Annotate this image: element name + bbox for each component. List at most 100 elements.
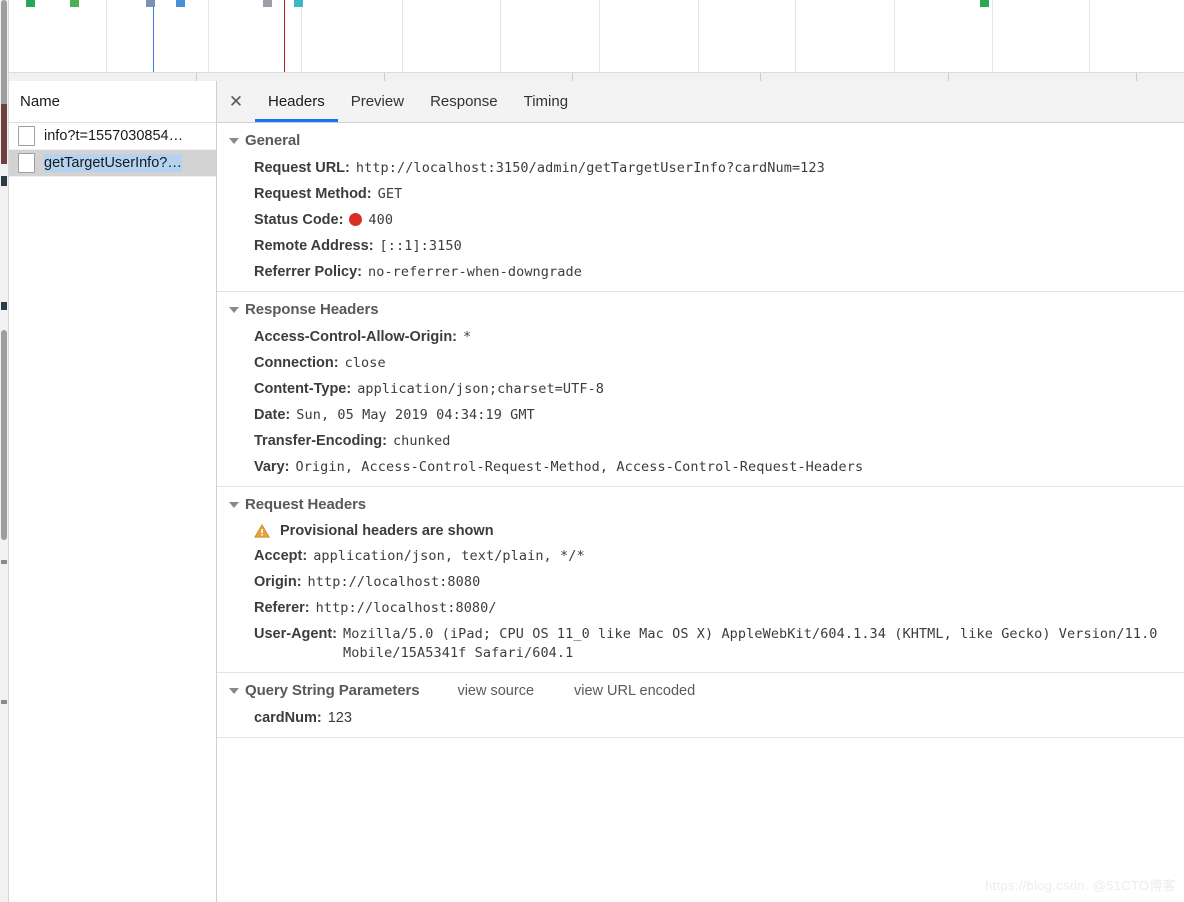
table-row[interactable]: info?t=1557030854… <box>8 123 216 150</box>
table-row[interactable]: getTargetUserInfo?… <box>8 150 216 177</box>
timeline-gridline <box>894 0 895 80</box>
overview-scroll-segment[interactable] <box>948 73 1137 81</box>
timeline-request-bar <box>294 0 303 7</box>
watermark-text: https://blog.csdn. @51CTO博客 <box>985 878 1176 893</box>
timeline-gridline <box>500 0 501 80</box>
header-value: chunked <box>392 432 451 449</box>
header-key: Remote Address: <box>254 237 374 254</box>
header-row: Status Code: 400 <box>217 207 1184 233</box>
header-value: 400 <box>368 211 394 228</box>
headers-section: Request Headers Provisional headers are s… <box>217 487 1184 673</box>
tab-response[interactable]: Response <box>417 81 511 122</box>
network-overview-timeline[interactable] <box>8 0 1184 81</box>
details-tabs: Headers Preview Response Timing <box>255 81 581 122</box>
link-view-source[interactable]: view source <box>457 683 534 699</box>
header-value: 123 <box>327 709 352 726</box>
header-value: Origin, Access-Control-Request-Method, A… <box>295 458 864 475</box>
header-value: [::1]:3150 <box>379 237 462 254</box>
header-row: Referrer Policy: no-referrer-when-downgra… <box>217 259 1184 285</box>
timeline-request-bar <box>263 0 272 7</box>
timeline-gridline <box>698 0 699 80</box>
header-key: Transfer-Encoding: <box>254 432 387 449</box>
header-row: Transfer-Encoding: chunked <box>217 428 1184 454</box>
header-value: Sun, 05 May 2019 04:34:19 GMT <box>296 406 535 423</box>
header-key: Accept: <box>254 547 308 564</box>
devtools-network-panel: Name info?t=1557030854… getTargetUserInfo… <box>0 0 1184 902</box>
header-value: http://localhost:3150/admin/getTargetUse… <box>355 159 825 176</box>
header-row: Accept: application/json, text/plain, */* <box>217 543 1184 569</box>
header-value: http://localhost:8080/ <box>315 599 497 616</box>
header-row: Origin: http://localhost:8080 <box>217 569 1184 595</box>
header-row: Request Method: GET <box>217 181 1184 207</box>
timeline-gridline <box>208 0 209 80</box>
tab-timing[interactable]: Timing <box>511 81 581 122</box>
overview-scroll-segment[interactable] <box>760 73 949 81</box>
header-key: Request URL: <box>254 159 350 176</box>
overview-scroll-segment[interactable] <box>8 73 197 81</box>
section-title-label: Query String Parameters <box>245 682 420 699</box>
caret-down-icon[interactable] <box>229 687 239 694</box>
caret-down-icon[interactable] <box>229 501 239 508</box>
timeline-event-line <box>153 0 154 78</box>
overview-scroll-segment[interactable] <box>384 73 573 81</box>
section-header[interactable]: Response Headers <box>217 292 1184 324</box>
headers-section: General Request URL: http://localhost:3150… <box>217 123 1184 292</box>
section-header[interactable]: Request Headers <box>217 487 1184 519</box>
section-title-label: General <box>245 132 301 149</box>
overview-horizontal-scroll[interactable] <box>8 72 1184 81</box>
overview-scroll-segment[interactable] <box>196 73 385 81</box>
header-value: http://localhost:8080 <box>307 573 481 590</box>
header-row: Access-Control-Allow-Origin: * <box>217 324 1184 350</box>
headers-content: General Request URL: http://localhost:3150… <box>217 123 1184 902</box>
left-edge-scrollbar[interactable] <box>0 0 9 902</box>
timeline-gridline <box>599 0 600 80</box>
section-header[interactable]: Query String Parameters view source view U… <box>217 673 1184 705</box>
timeline-request-bar <box>26 0 35 7</box>
section-header[interactable]: General <box>217 123 1184 155</box>
timeline-gridline <box>992 0 993 80</box>
header-key: Status Code: <box>254 211 344 228</box>
header-key: Date: <box>254 406 291 423</box>
scrollbar-thumb[interactable] <box>1 330 7 540</box>
header-key: User-Agent: <box>254 625 337 642</box>
header-row: cardNum: 123 <box>217 705 1184 731</box>
timeline-gridline <box>795 0 796 80</box>
timeline-gridline <box>106 0 107 80</box>
request-details-pane: ✕ Headers Preview Response Timing General Re… <box>217 81 1184 902</box>
header-key: Vary: <box>254 458 290 475</box>
header-row: Remote Address: [::1]:3150 <box>217 233 1184 259</box>
header-key: Connection: <box>254 354 339 371</box>
tab-headers[interactable]: Headers <box>255 81 338 122</box>
header-value: application/json, text/plain, */* <box>313 547 585 564</box>
requests-column-header-name[interactable]: Name <box>8 81 216 123</box>
headers-section: Query String Parameters view source view U… <box>217 673 1184 738</box>
header-key: Content-Type: <box>254 380 352 397</box>
header-value: Mozilla/5.0 (iPad; CPU OS 11_0 like Mac … <box>342 625 1166 661</box>
scrollbar-tick <box>1 104 7 164</box>
request-type-icon <box>18 126 35 146</box>
scrollbar-tick <box>1 560 7 564</box>
section-title-label: Response Headers <box>245 301 379 318</box>
header-row: Request URL: http://localhost:3150/admin/… <box>217 155 1184 181</box>
headers-section: Response Headers Access-Control-Allow-Ori… <box>217 292 1184 487</box>
header-key: Request Method: <box>254 185 372 202</box>
timeline-gridline <box>301 0 302 80</box>
timeline-gridline <box>402 0 403 80</box>
caret-down-icon[interactable] <box>229 137 239 144</box>
timeline-request-bar <box>980 0 989 7</box>
header-key: cardNum: <box>254 709 322 726</box>
header-row: Content-Type: application/json;charset=UT… <box>217 376 1184 402</box>
link-view-url-encoded[interactable]: view URL encoded <box>574 683 695 699</box>
scrollbar-tick <box>1 302 7 310</box>
section-title-label: Request Headers <box>245 496 367 513</box>
request-type-icon <box>18 153 35 173</box>
header-row: Date: Sun, 05 May 2019 04:34:19 GMT <box>217 402 1184 428</box>
tab-preview[interactable]: Preview <box>338 81 417 122</box>
warning-text: Provisional headers are shown <box>280 523 494 539</box>
header-key: Referer: <box>254 599 310 616</box>
timeline-event-line <box>284 0 285 78</box>
overview-scroll-segment[interactable] <box>572 73 761 81</box>
timeline-gridline <box>1089 0 1090 80</box>
close-details-icon[interactable]: ✕ <box>217 81 255 122</box>
caret-down-icon[interactable] <box>229 306 239 313</box>
